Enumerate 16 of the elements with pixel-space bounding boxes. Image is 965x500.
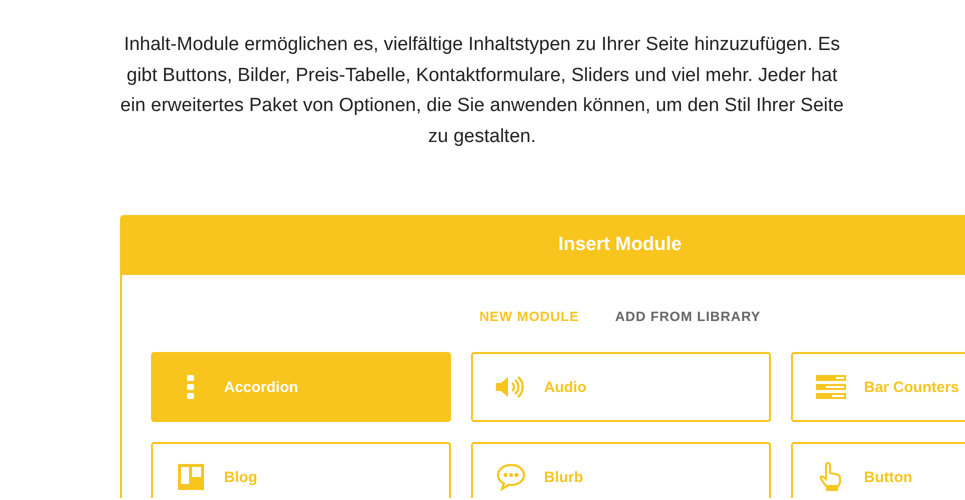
bars-icon [816, 375, 846, 399]
module-button[interactable]: Blurb [471, 442, 771, 498]
module-button[interactable]: Accordion [151, 352, 451, 422]
speech-bubble-icon [496, 463, 526, 491]
dots-icon [187, 375, 195, 399]
layout-icon [178, 464, 204, 490]
pointing-hand-icon [818, 462, 844, 492]
module-button[interactable]: Button [791, 442, 965, 498]
module-button[interactable]: Blog [151, 442, 451, 498]
intro-paragraph: Inhalt-Module ermöglichen es, vielfältige Inhaltstypen zu Ihrer Seite hinzuzufügen. Es gibt Buttons, Bilder, Preis-Tabelle, Kontaktformulare, Sliders und viel mehr. Jeder hat ein erweitertes Paket von Optionen, die Sie anwenden können, um den Stil Ihrer Seite zu gestalten. [119, 33, 845, 148]
modal-title: Insert Module [558, 234, 682, 256]
module-button[interactable]: Bar Counters [791, 352, 965, 422]
module-button[interactable]: Audio [471, 352, 771, 422]
tab[interactable]: NEW MODULE [479, 309, 580, 324]
tab[interactable]: ADD FROM LIBRARY [615, 309, 761, 324]
speaker-icon [496, 375, 526, 399]
